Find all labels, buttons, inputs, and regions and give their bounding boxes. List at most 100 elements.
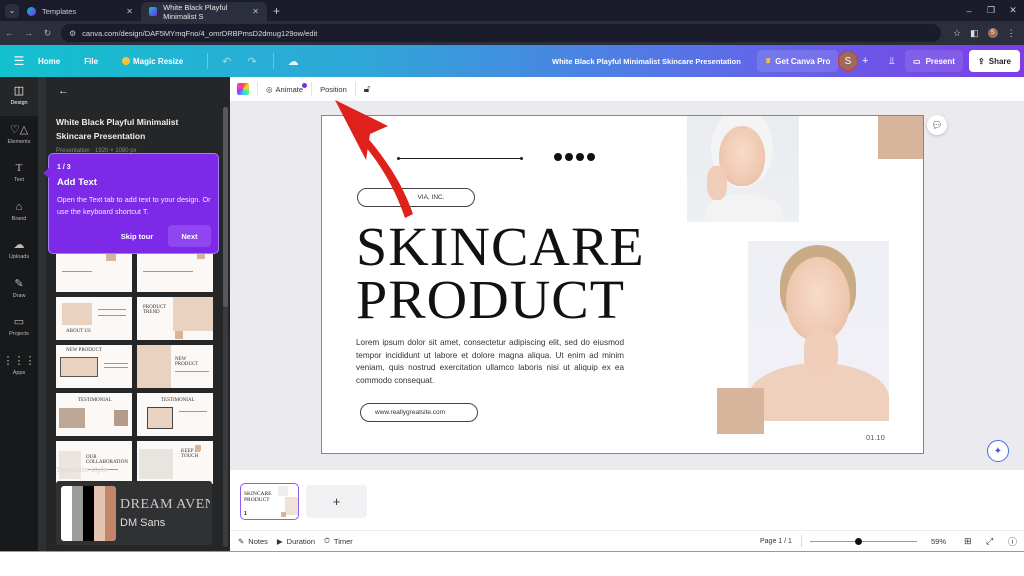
rail-item-apps[interactable]: ⋮⋮⋮ Apps [0, 347, 38, 386]
timer-button[interactable]: ⏱︎ Timer [324, 536, 353, 546]
undo-icon[interactable]: ↶ [222, 55, 231, 68]
close-tab-icon[interactable]: ✕ [126, 7, 133, 16]
template-thumbnail[interactable] [137, 249, 213, 292]
canva-favicon-icon [27, 7, 36, 16]
duration-button[interactable]: ▶︎ Duration [277, 537, 315, 546]
invite-plus-icon[interactable]: + [862, 55, 868, 67]
user-avatar[interactable]: S [838, 51, 858, 71]
canvas-scrollbar[interactable] [1016, 102, 1024, 470]
accent-square [878, 116, 923, 159]
close-window-button[interactable]: ✕ [1002, 5, 1024, 16]
site-info-icon[interactable]: ⚙ [69, 29, 76, 38]
page-indicator[interactable]: Page 1 / 1 [760, 538, 792, 545]
cloud-save-icon[interactable]: ☁ [288, 55, 299, 68]
template-thumbnail[interactable]: TESTIMONIAL [137, 393, 213, 436]
add-page-button[interactable]: + [306, 485, 367, 518]
pen-icon: ✎ [14, 277, 24, 290]
browser-tab-design[interactable]: White Black Playful Minimalist S ✕ [141, 2, 267, 21]
rail-item-text[interactable]: T Text [0, 154, 38, 193]
template-thumbnail[interactable]: OUR COLLABORATION [56, 441, 132, 484]
back-nav-icon[interactable]: ← [0, 28, 19, 38]
color-picker-button[interactable] [237, 83, 249, 95]
bookmark-star-icon[interactable]: ☆ [953, 28, 961, 39]
redo-icon[interactable]: ↷ [247, 55, 256, 68]
magic-assistant-icon[interactable]: ✦ [987, 440, 1009, 462]
template-thumbnail[interactable] [56, 249, 132, 292]
browser-address-bar: ← → ↻ ⚙ canva.com/design/DAF5MYmqFno/4_o… [0, 21, 1024, 45]
present-button[interactable]: ▭ Present [905, 50, 963, 72]
notes-button[interactable]: ✎ Notes [238, 537, 268, 546]
side-panel-icon[interactable]: ◧ [970, 28, 979, 39]
new-tab-button[interactable]: + [273, 4, 280, 18]
tab-title: White Black Playful Minimalist S [163, 2, 228, 21]
rail-item-uploads[interactable]: ☁ Uploads [0, 231, 38, 270]
template-thumbnail[interactable]: NEW PRODUCT [56, 345, 132, 388]
rail-item-elements[interactable]: ♡△ Elements [0, 116, 38, 155]
model-photo-top[interactable] [687, 116, 799, 222]
file-menu-button[interactable]: File [84, 57, 98, 66]
divider [257, 82, 258, 96]
rail-item-brand[interactable]: ⌂ Brand [0, 193, 38, 232]
help-icon[interactable]: ⓘ [1008, 535, 1017, 548]
panel-scrollbar[interactable] [223, 107, 228, 547]
forward-nav-icon[interactable]: → [19, 28, 38, 38]
skip-tour-button[interactable]: Skip tour [117, 229, 157, 244]
next-button[interactable]: Next [168, 225, 211, 247]
lock-icon[interactable]: 🔓︎ [364, 84, 370, 95]
zoom-percent[interactable]: 59% [931, 537, 946, 546]
slide-page[interactable]: VIA, INC. SKINCARE PRODUCT Lorem ipsum d… [321, 115, 924, 454]
home-button[interactable]: Home [38, 57, 60, 66]
slide-headline[interactable]: SKINCARE PRODUCT [356, 216, 645, 330]
zoom-slider-handle[interactable] [854, 538, 862, 545]
page-thumbnail[interactable]: SKINCARE PRODUCT 1 [240, 483, 299, 520]
position-button[interactable]: Position [320, 85, 347, 94]
rail-item-draw[interactable]: ✎ Draw [0, 270, 38, 309]
template-thumbnail[interactable]: KEEP IN TOUCH [137, 441, 213, 484]
zoom-slider[interactable] [810, 538, 917, 545]
tab-search-button[interactable]: ⌄ [5, 3, 19, 18]
back-arrow-icon[interactable]: ← [58, 85, 69, 97]
editor-bottom-bar: ✎ Notes ▶︎ Duration ⏱︎ Timer Page 1 / 1 … [230, 530, 1024, 551]
browser-profile-avatar[interactable]: S [987, 28, 998, 38]
rail-item-projects[interactable]: ▭ Projects [0, 308, 38, 347]
crown-icon: ♛ [765, 58, 772, 65]
tab-title: Templates [42, 7, 77, 16]
company-pill[interactable]: VIA, INC. [357, 188, 475, 207]
headline-line-2: PRODUCT [356, 269, 625, 330]
website-pill[interactable]: www.reallygreatsite.com [360, 403, 478, 422]
template-thumbnail[interactable]: PRODUCT TREND [137, 297, 213, 340]
fullscreen-icon[interactable]: ⤢ [986, 536, 993, 547]
duration-play-icon: ▶︎ [276, 536, 283, 546]
insights-chart-icon[interactable]: ⫫ [882, 50, 902, 72]
grid-icon: ⋮⋮⋮ [2, 354, 36, 367]
canvas-area: VIA, INC. SKINCARE PRODUCT Lorem ipsum d… [230, 102, 1024, 470]
animate-button[interactable]: ◎ Animate [266, 82, 308, 94]
share-button[interactable]: ⇪ Share [969, 50, 1020, 72]
model-photo-bottom[interactable] [748, 241, 889, 421]
template-style-card[interactable]: DREAM AVENUE DM Sans [56, 481, 212, 545]
slide-page-number[interactable]: 01.10 [866, 433, 885, 442]
minimize-button[interactable]: – [958, 6, 980, 16]
url-field[interactable]: ⚙ canva.com/design/DAF5MYmqFno/4_omrDRBP… [61, 24, 941, 42]
hamburger-menu-icon[interactable]: ☰ [0, 54, 38, 68]
timer-icon: ⏱︎ [324, 536, 330, 545]
slide-body-text[interactable]: Lorem ipsum dolor sit amet, consectetur … [356, 337, 624, 387]
close-tab-icon[interactable]: ✕ [252, 7, 259, 16]
browser-menu-icon[interactable]: ⋮ [1007, 28, 1016, 39]
get-canva-pro-button[interactable]: ♛ Get Canva Pro [757, 50, 839, 72]
rail-item-design[interactable]: ◫ Design [0, 77, 38, 116]
restore-button[interactable]: ❐ [980, 5, 1002, 16]
grid-view-icon[interactable]: ⊞ [964, 536, 972, 547]
add-comment-icon[interactable]: 💬︎ [927, 115, 947, 135]
rail-label: Design [10, 100, 28, 107]
template-thumbnail[interactable]: NEW PRODUCT [137, 345, 213, 388]
browser-tab-templates[interactable]: Templates ✕ [19, 2, 141, 21]
design-title[interactable]: White Black Playful Minimalist Skincare … [552, 57, 741, 66]
rail-scrollbar[interactable] [38, 77, 46, 551]
headline-line-1: SKINCARE [356, 216, 645, 277]
magic-resize-button[interactable]: Magic Resize [122, 57, 183, 66]
template-thumbnail[interactable]: TESTIMONIAL [56, 393, 132, 436]
template-thumbnail[interactable]: ABOUT US [56, 297, 132, 340]
reload-icon[interactable]: ↻ [38, 28, 57, 39]
get-pro-label: Get Canva Pro [775, 56, 831, 66]
